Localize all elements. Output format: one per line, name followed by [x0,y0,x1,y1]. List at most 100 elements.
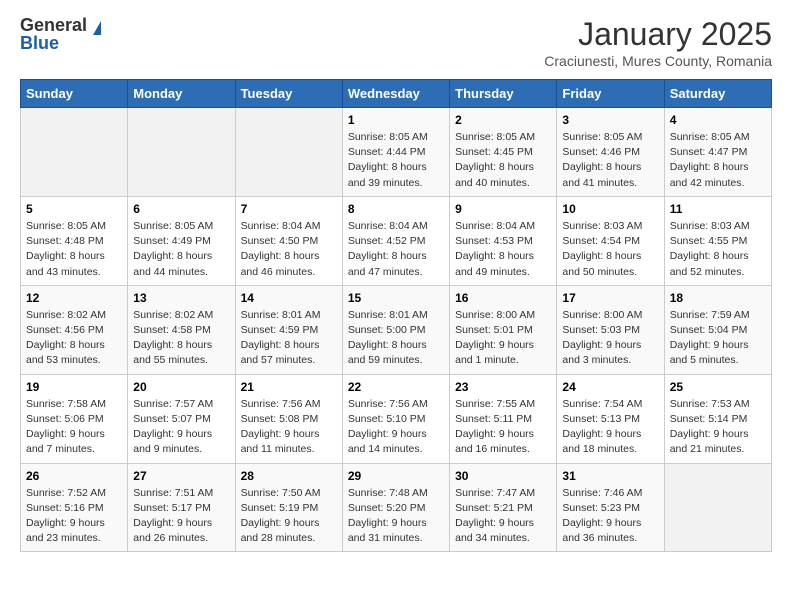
day-info: Sunrise: 8:02 AM Sunset: 4:58 PM Dayligh… [133,308,229,369]
calendar-cell: 13 Sunrise: 8:02 AM Sunset: 4:58 PM Dayli… [128,285,235,374]
calendar-cell: 22 Sunrise: 7:56 AM Sunset: 5:10 PM Dayli… [342,374,449,463]
calendar-cell [664,463,771,552]
day-number: 18 [670,291,766,305]
col-wednesday: Wednesday [342,80,449,108]
day-info: Sunrise: 7:56 AM Sunset: 5:08 PM Dayligh… [241,397,337,458]
day-info: Sunrise: 7:59 AM Sunset: 5:04 PM Dayligh… [670,308,766,369]
calendar-cell: 15 Sunrise: 8:01 AM Sunset: 5:00 PM Dayli… [342,285,449,374]
page: General Blue January 2025 Craciunesti, M… [0,0,792,568]
calendar-subtitle: Craciunesti, Mures County, Romania [544,53,772,69]
logo-blue-text: Blue [20,34,87,52]
calendar-cell: 6 Sunrise: 8:05 AM Sunset: 4:49 PM Daylig… [128,196,235,285]
calendar-cell: 25Sunrise: 7:53 AM Sunset: 5:14 PM Dayli… [664,374,771,463]
day-info: Sunrise: 7:57 AM Sunset: 5:07 PM Dayligh… [133,397,229,458]
day-info: Sunrise: 8:02 AM Sunset: 4:56 PM Dayligh… [26,308,122,369]
day-info: Sunrise: 7:50 AM Sunset: 5:19 PM Dayligh… [241,486,337,547]
day-info: Sunrise: 7:56 AM Sunset: 5:10 PM Dayligh… [348,397,444,458]
day-number: 11 [670,202,766,216]
col-friday: Friday [557,80,664,108]
day-info: Sunrise: 8:04 AM Sunset: 4:53 PM Dayligh… [455,219,551,280]
header: General Blue January 2025 Craciunesti, M… [20,16,772,69]
day-info: Sunrise: 8:00 AM Sunset: 5:03 PM Dayligh… [562,308,658,369]
day-info: Sunrise: 8:04 AM Sunset: 4:50 PM Dayligh… [241,219,337,280]
calendar-cell [21,108,128,197]
day-info: Sunrise: 8:05 AM Sunset: 4:48 PM Dayligh… [26,219,122,280]
calendar-cell: 10Sunrise: 8:03 AM Sunset: 4:54 PM Dayli… [557,196,664,285]
day-info: Sunrise: 8:03 AM Sunset: 4:55 PM Dayligh… [670,219,766,280]
col-saturday: Saturday [664,80,771,108]
title-block: January 2025 Craciunesti, Mures County, … [544,16,772,69]
day-info: Sunrise: 7:46 AM Sunset: 5:23 PM Dayligh… [562,486,658,547]
day-info: Sunrise: 8:04 AM Sunset: 4:52 PM Dayligh… [348,219,444,280]
col-monday: Monday [128,80,235,108]
calendar-cell: 4 Sunrise: 8:05 AM Sunset: 4:47 PM Daylig… [664,108,771,197]
day-info: Sunrise: 8:05 AM Sunset: 4:44 PM Dayligh… [348,130,444,191]
calendar-cell: 28 Sunrise: 7:50 AM Sunset: 5:19 PM Dayli… [235,463,342,552]
day-number: 29 [348,469,444,483]
logo-triangle-icon [93,21,101,35]
calendar-week-2: 5 Sunrise: 8:05 AM Sunset: 4:48 PM Daylig… [21,196,772,285]
day-number: 17 [562,291,658,305]
calendar-cell: 27 Sunrise: 7:51 AM Sunset: 5:17 PM Dayli… [128,463,235,552]
day-info: Sunrise: 8:03 AM Sunset: 4:54 PM Dayligh… [562,219,658,280]
calendar-cell: 2 Sunrise: 8:05 AM Sunset: 4:45 PM Daylig… [450,108,557,197]
day-info: Sunrise: 7:54 AM Sunset: 5:13 PM Dayligh… [562,397,658,458]
day-number: 15 [348,291,444,305]
calendar-cell: 14Sunrise: 8:01 AM Sunset: 4:59 PM Dayli… [235,285,342,374]
day-info: Sunrise: 7:52 AM Sunset: 5:16 PM Dayligh… [26,486,122,547]
logo-general-text: General [20,16,87,34]
calendar-cell: 24Sunrise: 7:54 AM Sunset: 5:13 PM Dayli… [557,374,664,463]
day-info: Sunrise: 7:55 AM Sunset: 5:11 PM Dayligh… [455,397,551,458]
calendar-cell: 29 Sunrise: 7:48 AM Sunset: 5:20 PM Dayli… [342,463,449,552]
calendar-cell: 5 Sunrise: 8:05 AM Sunset: 4:48 PM Daylig… [21,196,128,285]
calendar-cell: 17 Sunrise: 8:00 AM Sunset: 5:03 PM Dayli… [557,285,664,374]
day-number: 21 [241,380,337,394]
calendar-cell: 31Sunrise: 7:46 AM Sunset: 5:23 PM Dayli… [557,463,664,552]
calendar-cell: 8 Sunrise: 8:04 AM Sunset: 4:52 PM Daylig… [342,196,449,285]
calendar-cell: 11 Sunrise: 8:03 AM Sunset: 4:55 PM Dayli… [664,196,771,285]
day-number: 6 [133,202,229,216]
calendar-week-4: 19Sunrise: 7:58 AM Sunset: 5:06 PM Dayli… [21,374,772,463]
calendar-cell: 30Sunrise: 7:47 AM Sunset: 5:21 PM Dayli… [450,463,557,552]
day-number: 16 [455,291,551,305]
day-info: Sunrise: 8:05 AM Sunset: 4:45 PM Dayligh… [455,130,551,191]
day-info: Sunrise: 7:53 AM Sunset: 5:14 PM Dayligh… [670,397,766,458]
calendar-cell: 9 Sunrise: 8:04 AM Sunset: 4:53 PM Daylig… [450,196,557,285]
day-info: Sunrise: 8:00 AM Sunset: 5:01 PM Dayligh… [455,308,551,369]
day-number: 22 [348,380,444,394]
day-info: Sunrise: 7:48 AM Sunset: 5:20 PM Dayligh… [348,486,444,547]
calendar-body: 1 Sunrise: 8:05 AM Sunset: 4:44 PM Daylig… [21,108,772,552]
day-number: 8 [348,202,444,216]
day-number: 12 [26,291,122,305]
day-number: 2 [455,113,551,127]
day-info: Sunrise: 8:05 AM Sunset: 4:46 PM Dayligh… [562,130,658,191]
col-tuesday: Tuesday [235,80,342,108]
day-number: 1 [348,113,444,127]
day-number: 28 [241,469,337,483]
calendar-cell: 23Sunrise: 7:55 AM Sunset: 5:11 PM Dayli… [450,374,557,463]
day-number: 13 [133,291,229,305]
calendar-cell: 21 Sunrise: 7:56 AM Sunset: 5:08 PM Dayli… [235,374,342,463]
day-number: 5 [26,202,122,216]
day-number: 27 [133,469,229,483]
day-info: Sunrise: 8:01 AM Sunset: 5:00 PM Dayligh… [348,308,444,369]
day-info: Sunrise: 7:51 AM Sunset: 5:17 PM Dayligh… [133,486,229,547]
day-info: Sunrise: 8:05 AM Sunset: 4:47 PM Dayligh… [670,130,766,191]
day-number: 7 [241,202,337,216]
calendar-cell: 20Sunrise: 7:57 AM Sunset: 5:07 PM Dayli… [128,374,235,463]
day-number: 26 [26,469,122,483]
calendar-week-1: 1 Sunrise: 8:05 AM Sunset: 4:44 PM Daylig… [21,108,772,197]
logo: General Blue [20,16,101,52]
day-info: Sunrise: 8:01 AM Sunset: 4:59 PM Dayligh… [241,308,337,369]
header-row: Sunday Monday Tuesday Wednesday Thursday… [21,80,772,108]
col-thursday: Thursday [450,80,557,108]
day-number: 4 [670,113,766,127]
calendar-cell: 7 Sunrise: 8:04 AM Sunset: 4:50 PM Daylig… [235,196,342,285]
calendar-cell: 26 Sunrise: 7:52 AM Sunset: 5:16 PM Dayli… [21,463,128,552]
calendar-cell: 16 Sunrise: 8:00 AM Sunset: 5:01 PM Dayli… [450,285,557,374]
day-info: Sunrise: 8:05 AM Sunset: 4:49 PM Dayligh… [133,219,229,280]
day-number: 9 [455,202,551,216]
day-info: Sunrise: 7:58 AM Sunset: 5:06 PM Dayligh… [26,397,122,458]
calendar-cell: 1 Sunrise: 8:05 AM Sunset: 4:44 PM Daylig… [342,108,449,197]
day-info: Sunrise: 7:47 AM Sunset: 5:21 PM Dayligh… [455,486,551,547]
